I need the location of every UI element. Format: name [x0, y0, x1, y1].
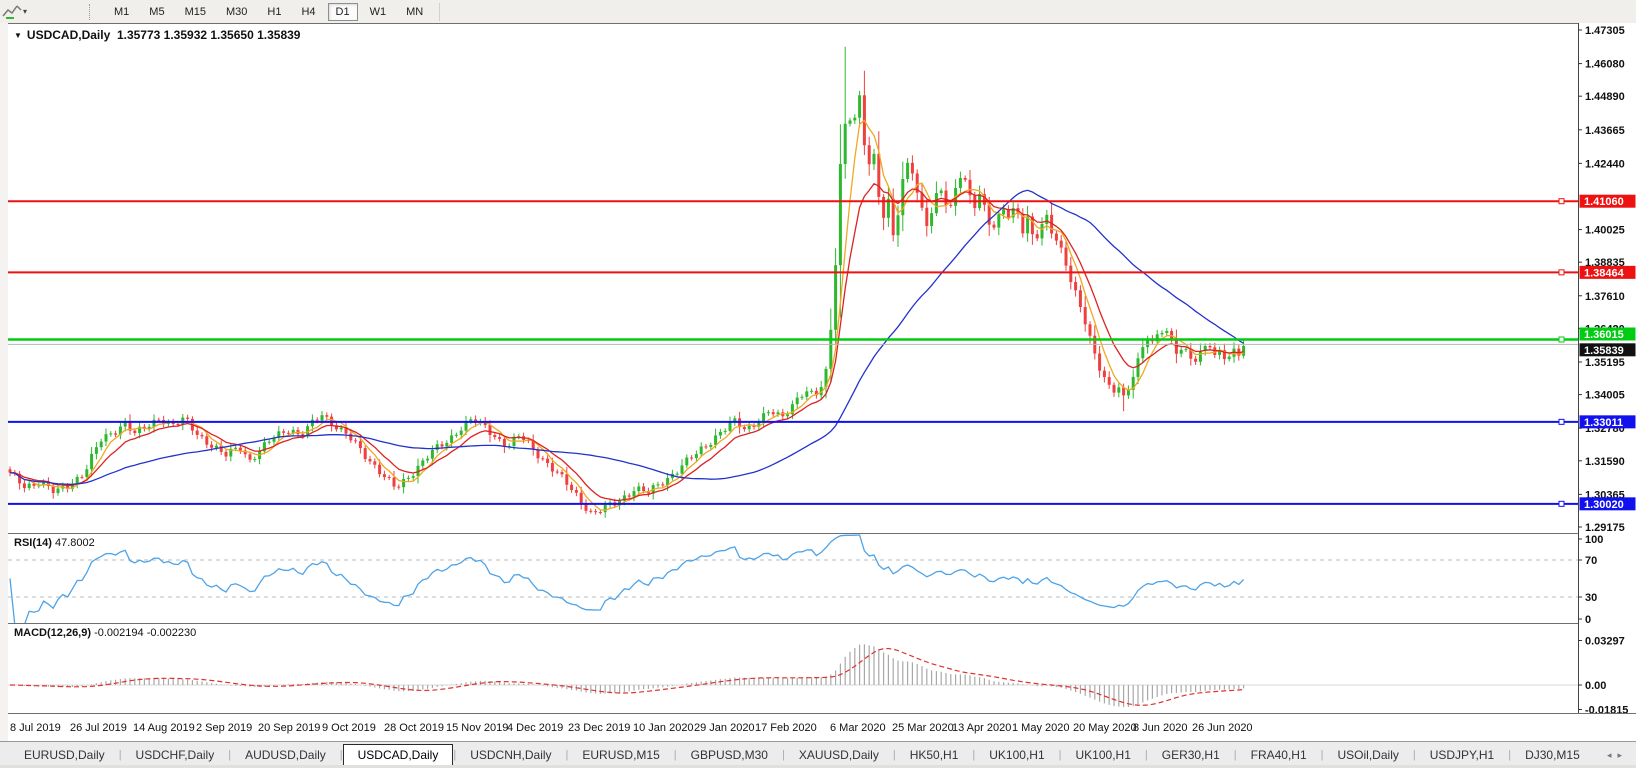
date-label: 13 Apr 2020	[952, 722, 1012, 734]
svg-text:1.36015: 1.36015	[1584, 329, 1624, 341]
svg-text:1.35839: 1.35839	[1584, 345, 1624, 357]
svg-text:1.43665: 1.43665	[1585, 125, 1625, 137]
chart-tab-xauusd-daily[interactable]: XAUUSD,Daily	[785, 745, 893, 766]
svg-text:1.29175: 1.29175	[1585, 522, 1625, 533]
date-label: 4 Dec 2019	[507, 722, 564, 734]
date-label: 1 May 2020	[1012, 722, 1070, 734]
svg-text:1.31590: 1.31590	[1585, 456, 1625, 468]
date-label: 29 Jan 2020	[694, 722, 755, 734]
rsi-label: RSI(14) 47.8002	[14, 537, 95, 549]
chart-tab-usdchf-daily[interactable]: USDCHF,Daily	[122, 745, 229, 766]
chevron-down-icon[interactable]: ▾	[23, 7, 27, 16]
chart-tabs: EURUSD,Daily | USDCHF,Daily | AUDUSD,Daily | U…	[10, 744, 1594, 767]
svg-text:1.33011: 1.33011	[1584, 417, 1623, 429]
date-label: 28 Oct 2019	[384, 722, 444, 734]
svg-text:30: 30	[1585, 592, 1597, 604]
chart-symbol-label: USDCAD,Daily	[26, 28, 111, 42]
date-label: 9 Oct 2019	[322, 722, 376, 734]
date-label: 8 Jul 2019	[10, 722, 61, 734]
date-label: 20 Sep 2019	[258, 722, 321, 734]
svg-text:0.00: 0.00	[1585, 680, 1606, 692]
chart-tab-usdjpy-h1[interactable]: USDJPY,H1	[1416, 745, 1508, 766]
trading-platform-window: ▾ M1 M5 M15 M30 H1 H4 D1 W1 MN 1.47305 1.46080 1.4…	[0, 0, 1636, 768]
main-price-panel: 1.47305 1.46080 1.44890 1.43665 1.42440 1.400…	[8, 23, 1636, 533]
chart-tab-usdcad-daily[interactable]: USDCAD,Daily	[342, 744, 454, 767]
timeframe-button-m30[interactable]: M30	[218, 3, 255, 21]
chart-ohlc-values: 1.35773 1.35932 1.35650 1.35839	[116, 28, 301, 42]
chart-tab-hk50-h1[interactable]: HK50,H1	[896, 745, 973, 766]
timeframe-button-m1[interactable]: M1	[106, 3, 137, 21]
date-label: 10 Jan 2020	[633, 722, 694, 734]
date-label: 8 Jun 2020	[1133, 722, 1188, 734]
chart-tab-dj30-m15[interactable]: DJ30,M15	[1511, 745, 1594, 766]
svg-text:1.46080: 1.46080	[1585, 59, 1625, 71]
timeframe-button-m5[interactable]: M5	[141, 3, 172, 21]
date-label: 14 Aug 2019	[133, 722, 195, 734]
svg-text:1.35195: 1.35195	[1585, 357, 1625, 369]
svg-text:100: 100	[1585, 534, 1603, 546]
svg-text:0.03297: 0.03297	[1585, 635, 1625, 647]
timeframe-button-h1[interactable]: H1	[259, 3, 289, 21]
chart-tab-eurusd-daily[interactable]: EURUSD,Daily	[10, 745, 119, 766]
svg-text:-0.01815: -0.01815	[1585, 705, 1628, 713]
macd-chart-canvas[interactable]: 0.03297 0.00 -0.01815	[8, 623, 1636, 713]
time-axis[interactable]: 8 Jul 2019 26 Jul 2019 14 Aug 2019 2 Sep 20…	[8, 713, 1636, 742]
date-label: 15 Nov 2019	[446, 722, 509, 734]
date-label: 25 Mar 2020	[892, 722, 954, 734]
macd-indicator-panel: 0.03297 0.00 -0.01815 MACD(12,26,9) -0.002…	[8, 623, 1636, 713]
date-label: 2 Sep 2019	[196, 722, 253, 734]
timeframe-button-w1[interactable]: W1	[362, 3, 395, 21]
tab-scroll-arrows: ◂▸	[1607, 750, 1628, 761]
rsi-value: 47.8002	[54, 537, 95, 549]
chart-tab-usoil-daily[interactable]: USOil,Daily	[1324, 745, 1413, 766]
chart-tab-usdcnh-daily[interactable]: USDCNH,Daily	[456, 745, 565, 766]
macd-name: MACD(12,26,9)	[14, 627, 92, 639]
toolbar-grip-handle[interactable]	[89, 3, 94, 20]
rsi-indicator-panel: 100 70 30 0 RSI(14) 47.8002	[8, 533, 1636, 623]
chart-title: ▼ USDCAD,Daily 1.35773 1.35932 1.35650 1.…	[14, 28, 300, 42]
date-label: 26 Jul 2019	[70, 722, 127, 734]
chart-tab-uk100-h1[interactable]: UK100,H1	[975, 745, 1058, 766]
tab-scroll-left-icon[interactable]: ◂	[1607, 750, 1618, 760]
tab-scroll-right-icon[interactable]: ▸	[1617, 750, 1628, 760]
chart-tab-bar: EURUSD,Daily | USDCHF,Daily | AUDUSD,Daily | U…	[0, 741, 1636, 767]
date-label: 6 Mar 2020	[830, 722, 886, 734]
rsi-name: RSI(14)	[14, 537, 52, 549]
svg-text:0: 0	[1585, 614, 1591, 623]
svg-text:1.44890: 1.44890	[1585, 91, 1625, 103]
date-label: 23 Dec 2019	[568, 722, 631, 734]
macd-label: MACD(12,26,9) -0.002194 -0.002230	[14, 627, 196, 639]
timeframe-button-h4[interactable]: H4	[293, 3, 323, 21]
timeframe-buttons: M1 M5 M15 M30 H1 H4 D1 W1 MN	[104, 2, 433, 21]
svg-text:1.40025: 1.40025	[1585, 225, 1625, 237]
svg-text:1.41060: 1.41060	[1584, 196, 1624, 208]
date-label: 17 Feb 2020	[755, 722, 817, 734]
chart-tab-audusd-daily[interactable]: AUDUSD,Daily	[231, 745, 340, 766]
svg-text:1.38464: 1.38464	[1584, 267, 1625, 279]
chart-tab-fra40-h1[interactable]: FRA40,H1	[1237, 745, 1321, 766]
chart-objects-icon[interactable]	[2, 4, 22, 20]
toolbar-separator	[439, 2, 441, 21]
timeframe-toolbar: ▾ M1 M5 M15 M30 H1 H4 D1 W1 MN	[0, 0, 1636, 24]
chart-tab-gbpusd-m30[interactable]: GBPUSD,M30	[677, 745, 782, 766]
timeframe-button-d1[interactable]: D1	[327, 3, 358, 21]
chart-tab-ger30-h1[interactable]: GER30,H1	[1148, 745, 1234, 766]
svg-text:1.47305: 1.47305	[1585, 25, 1625, 37]
main-chart-canvas[interactable]: 1.47305 1.46080 1.44890 1.43665 1.42440 1.400…	[8, 23, 1636, 533]
svg-text:1.37610: 1.37610	[1585, 291, 1625, 303]
window-menu-icon[interactable]: ▼	[14, 31, 22, 40]
date-label: 26 Jun 2020	[1192, 722, 1253, 734]
macd-values: -0.002194 -0.002230	[94, 627, 197, 639]
chart-tab-eurusd-m15[interactable]: EURUSD,M15	[568, 745, 673, 766]
svg-text:1.42440: 1.42440	[1585, 158, 1625, 170]
svg-text:70: 70	[1585, 555, 1597, 567]
timeframe-button-mn[interactable]: MN	[398, 3, 431, 21]
svg-text:1.30020: 1.30020	[1584, 499, 1624, 511]
timeframe-button-m15[interactable]: M15	[177, 3, 214, 21]
rsi-chart-canvas[interactable]: 100 70 30 0	[8, 533, 1636, 623]
date-label: 20 May 2020	[1073, 722, 1137, 734]
chart-tab-uk100-h1[interactable]: UK100,H1	[1062, 745, 1145, 766]
svg-text:1.34005: 1.34005	[1585, 390, 1625, 402]
